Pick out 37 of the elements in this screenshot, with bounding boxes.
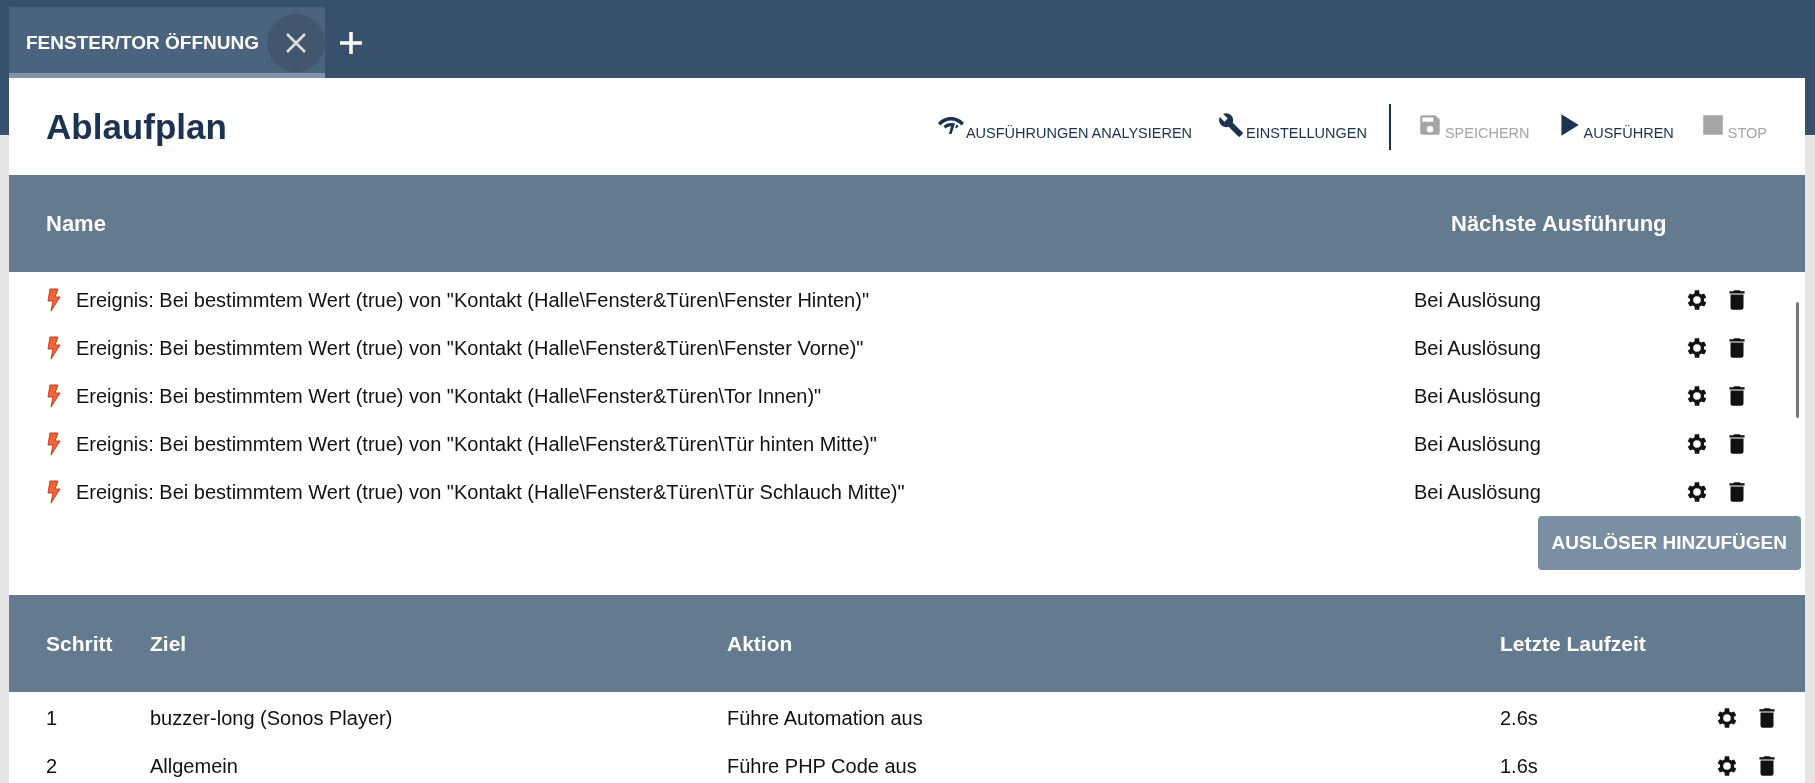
trigger-name: Ereignis: Bei bestimmtem Wert (true) von "Kontakt (Halle\Fenster&Türen\Fenster Vorne)" (76, 336, 864, 360)
trigger-name: Ereignis: Bei bestimmtem Wert (true) von "Kontakt (Halle\Fenster&Türen\Tür Schlauch Mitte)" (76, 480, 905, 504)
lightning-icon (46, 288, 62, 312)
table-cell-text: Bei Auslösung (1414, 384, 1542, 408)
toolbar-button[interactable]: AUSFÜHRUNGEN ANALYSIEREN (937, 111, 1193, 142)
lightning-icon (46, 384, 62, 408)
table-cell-text: Allgemein (150, 754, 239, 778)
scrollbar[interactable] (1796, 302, 1799, 418)
lightning-icon (46, 336, 62, 360)
trigger-name: Ereignis: Bei bestimmtem Wert (true) von "Kontakt (Halle\Fenster&Türen\Tor Innen)" (76, 384, 822, 408)
table-cell-text: Bei Auslösung (1414, 288, 1542, 312)
table-cell-text: 1 (45, 706, 59, 730)
toolbar-button[interactable]: AUSFÜHREN (1555, 111, 1674, 142)
table-cell-text: Bei Auslösung (1414, 432, 1542, 456)
column-header: Letzte Laufzeit (1500, 631, 1647, 656)
column-header: Schritt (45, 631, 114, 656)
table-cell-text: 1.6s (1500, 754, 1539, 778)
table-cell-text: Bei Auslösung (1414, 480, 1542, 504)
toolbar-button[interactable]: EINSTELLUNGEN (1218, 111, 1367, 142)
tab[interactable]: FENSTER/TOR ÖFFNUNG (9, 7, 325, 78)
table-cell-text: Bei Auslösung (1414, 336, 1542, 360)
lightning-icon (46, 480, 62, 504)
wrench-icon (1218, 111, 1245, 138)
column-header: Aktion (727, 631, 794, 656)
lightning-icon (46, 432, 62, 456)
trigger-name: Ereignis: Bei bestimmtem Wert (true) von "Kontakt (Halle\Fenster&Türen\Tür hinten Mitte)" (76, 432, 877, 456)
column-header: Ziel (150, 631, 188, 656)
column-header: Name (45, 210, 107, 237)
trigger-name: Ereignis: Bei bestimmtem Wert (true) von "Kontakt (Halle\Fenster&Türen\Fenster Hinten)" (76, 288, 869, 312)
table-cell-text: buzzer-long (Sonos Player) (150, 706, 394, 730)
table-cell-text: 2.6s (1500, 706, 1539, 730)
table-cell-text: Führe Automation aus (727, 706, 924, 730)
table-cell-text: Führe PHP Code aus (727, 754, 918, 778)
column-header: Nächste Ausführung (1450, 210, 1668, 237)
page-title: Ablaufplan (46, 106, 228, 147)
add-trigger-button[interactable]: AUSLÖSER HINZUFÜGEN (1537, 516, 1801, 570)
table-cell-text: 2 (45, 754, 59, 778)
